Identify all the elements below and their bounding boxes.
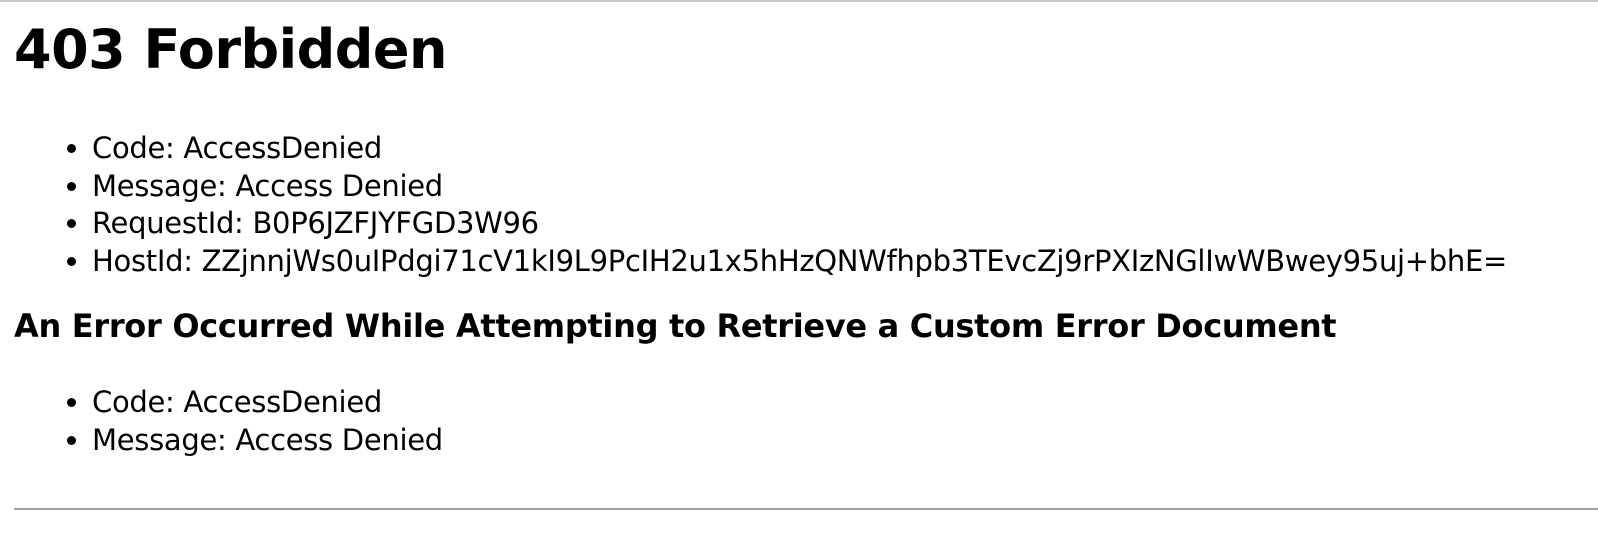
error-host-id-item: HostId: ZZjnnjWs0uIPdgi71cV1kI9L9PcIH2u1… [92, 243, 1584, 281]
custom-error-message-item: Message: Access Denied [92, 422, 1584, 460]
error-details-list: Code: AccessDenied Message: Access Denie… [14, 130, 1584, 280]
error-message-item: Message: Access Denied [92, 168, 1584, 206]
custom-error-code-item: Code: AccessDenied [92, 384, 1584, 422]
error-request-id-item: RequestId: B0P6JZFJYFGD3W96 [92, 205, 1584, 243]
bottom-divider [14, 508, 1598, 510]
page-title: 403 Forbidden [14, 18, 448, 81]
error-code-item: Code: AccessDenied [92, 130, 1584, 168]
error-page-content: 403 Forbidden Code: AccessDenied Message… [14, 0, 1584, 459]
custom-error-details-list: Code: AccessDenied Message: Access Denie… [14, 384, 1584, 459]
custom-error-heading: An Error Occurred While Attempting to Re… [14, 307, 1337, 345]
